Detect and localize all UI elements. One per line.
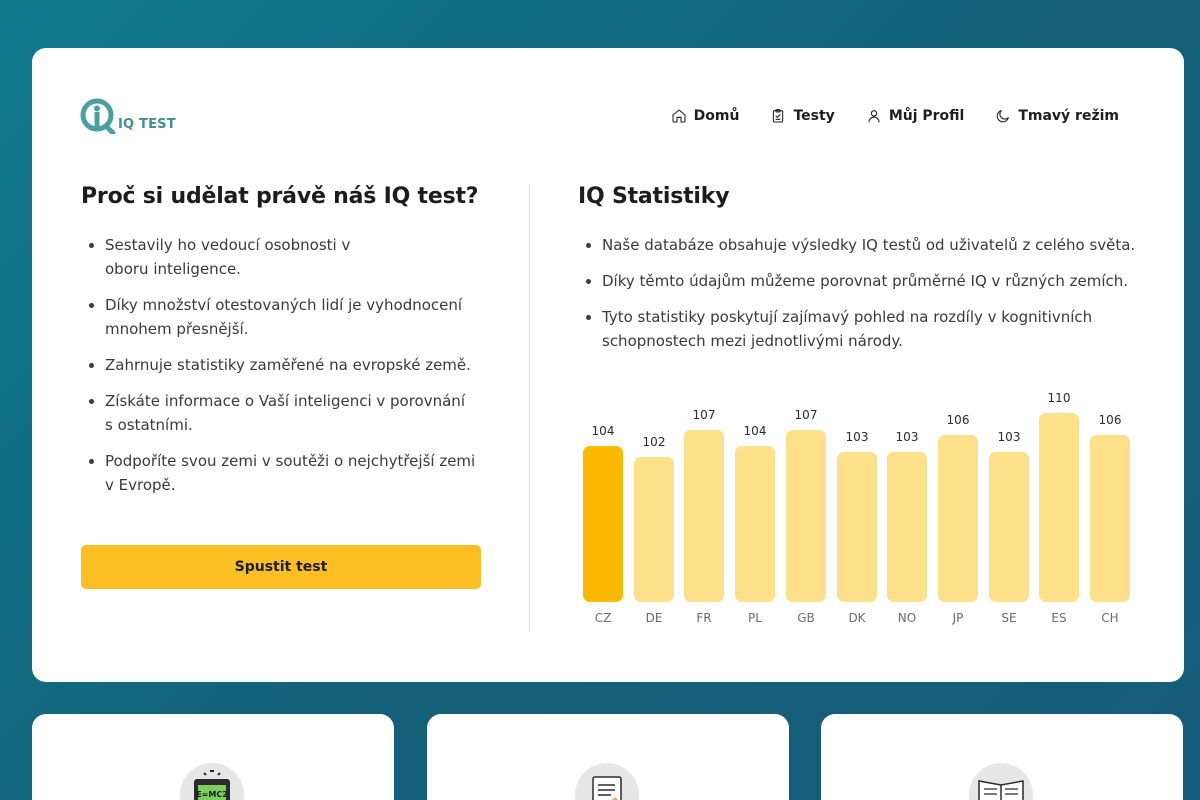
bar-es[interactable] [1039, 413, 1079, 602]
bar-value-label: 103 [845, 429, 869, 444]
bar-category-label: CH [1101, 611, 1119, 625]
list-item: Zahrnuje statistiky zaměřené na evropské… [81, 353, 501, 377]
bar-se[interactable] [989, 451, 1029, 602]
feature-card[interactable] [427, 714, 789, 800]
bar-gb[interactable] [786, 429, 826, 602]
list-item: Tyto statistiky poskytují zajímavý pohle… [578, 305, 1098, 353]
bar-value-label: 110 [1047, 391, 1071, 405]
start-test-button[interactable]: Spustit test [81, 545, 481, 589]
nav-item-tests[interactable]: Testy [770, 108, 835, 124]
bar-category-label: DE [645, 611, 663, 625]
stats-title: IQ Statistiky [578, 184, 730, 209]
list-item: Získáte informace o Vaší inteligenci v p… [81, 389, 471, 437]
clipboard-icon [773, 109, 784, 123]
bar-cz[interactable] [583, 446, 623, 602]
main-card: IQ TEST Domů Testy Můj Profil Tmavý reži… [32, 48, 1184, 682]
iq-bar-chart: 104 CZ 102 DE 107 FR 104 PL 107 GB 103 DK 103 NO 106 JP… [583, 391, 1131, 638]
user-icon [868, 110, 880, 123]
bar-fr[interactable] [684, 429, 724, 602]
list-item: Naše databáze obsahuje výsledky IQ testů… [578, 233, 1148, 257]
bar-jp[interactable] [938, 435, 978, 602]
stats-section: IQ Statistiky Naše databáze obsahuje výs… [578, 184, 1148, 365]
list-item: Podpoříte svou zemi v soutěži o nejchytř… [81, 449, 481, 497]
calculator-icon: E=MC2 [180, 763, 244, 800]
feature-card[interactable]: E=MC2 [32, 714, 394, 800]
bar-pl[interactable] [735, 446, 775, 602]
bar-category-label: PL [748, 611, 762, 625]
bar-value-label: 106 [1098, 413, 1122, 427]
bar-de[interactable] [634, 457, 674, 602]
bar-value-label: 102 [642, 435, 666, 449]
column-divider [529, 184, 530, 632]
nav-label: Tmavý režim [1018, 108, 1119, 124]
why-title: Proč si udělat právě náš IQ test? [81, 184, 479, 209]
book-icon [969, 763, 1033, 800]
nav-item-profile[interactable]: Můj Profil [866, 108, 965, 124]
bar-category-label: FR [696, 611, 712, 625]
document-icon [575, 763, 639, 800]
nav-label: Domů [693, 108, 740, 124]
bar-value-label: 107 [692, 407, 716, 422]
why-list: Sestavily ho vedoucí osobnosti v oboru i… [81, 233, 501, 497]
list-item: Díky těmto údajům můžeme porovnat průměr… [578, 269, 1148, 293]
bar-value-label: 103 [895, 429, 919, 444]
bar-dk[interactable] [837, 451, 877, 602]
home-icon [672, 109, 686, 123]
bar-category-label: JP [952, 611, 964, 625]
bar-category-label: GB [797, 611, 815, 625]
nav-item-dark-mode[interactable]: Tmavý režim [995, 108, 1119, 124]
header: IQ TEST Domů Testy Můj Profil Tmavý reži… [80, 96, 1136, 140]
bar-value-label: 104 [743, 424, 767, 438]
stats-list: Naše databáze obsahuje výsledky IQ testů… [578, 233, 1148, 353]
feature-card[interactable] [821, 714, 1183, 800]
list-item: Díky množství otestovaných lidí je vyhod… [81, 293, 471, 341]
top-nav: Domů Testy Můj Profil Tmavý režim [671, 108, 1119, 124]
bar-category-label: CZ [594, 611, 612, 625]
bar-no[interactable] [887, 451, 927, 602]
bar-category-label: DK [848, 611, 866, 625]
why-section: Proč si udělat právě náš IQ test? Sestav… [81, 184, 501, 509]
bar-category-label: NO [897, 611, 917, 625]
logo-icon [80, 98, 116, 134]
logo-text: IQ TEST [118, 117, 176, 132]
bar-ch[interactable] [1090, 435, 1130, 602]
moon-icon [997, 110, 1010, 123]
nav-label: Můj Profil [888, 108, 965, 124]
bar-category-label: ES [1051, 611, 1067, 625]
svg-text:E=MC2: E=MC2 [196, 790, 228, 799]
bar-value-label: 107 [794, 407, 818, 422]
nav-label: Testy [793, 108, 835, 124]
list-item: Sestavily ho vedoucí osobnosti v oboru i… [81, 233, 371, 281]
logo[interactable]: IQ TEST [80, 98, 176, 134]
bar-value-label: 103 [997, 429, 1021, 444]
bar-value-label: 106 [946, 413, 970, 427]
bar-value-label: 104 [591, 424, 615, 438]
nav-item-home[interactable]: Domů [671, 108, 740, 124]
bar-category-label: SE [1001, 611, 1017, 625]
